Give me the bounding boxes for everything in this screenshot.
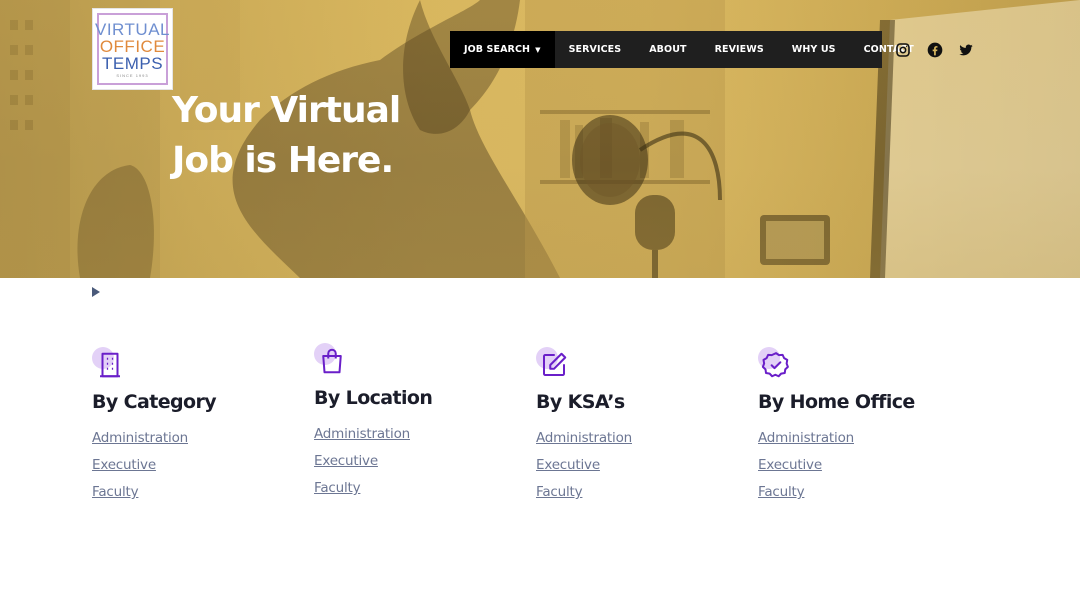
link-faculty[interactable]: Faculty xyxy=(536,479,736,506)
link-administration[interactable]: Administration xyxy=(92,425,292,452)
link-executive[interactable]: Executive xyxy=(536,452,736,479)
link-executive[interactable]: Executive xyxy=(314,448,514,475)
nav-item-why-us[interactable]: WHY US xyxy=(778,31,850,68)
logo-frame: VIRTUAL OFFICE TEMPS SINCE 1993 xyxy=(95,13,170,85)
home-office-column: By Home Office Administration Executive … xyxy=(758,347,958,506)
link-faculty[interactable]: Faculty xyxy=(314,475,514,502)
hero-title: Your Virtual Job is Here. xyxy=(172,90,401,181)
chevron-down-icon: ▼ xyxy=(535,45,541,54)
nav-item-label: WHY US xyxy=(791,44,836,55)
link-executive[interactable]: Executive xyxy=(92,452,292,479)
nav-item-services[interactable]: SERVICES xyxy=(555,31,636,68)
instagram-icon[interactable] xyxy=(893,40,913,60)
main-nav: JOB SEARCH ▼ SERVICES ABOUT REVIEWS WHY … xyxy=(450,31,914,68)
edit-icon xyxy=(536,347,570,383)
location-column: By Location Administration Executive Fac… xyxy=(314,343,514,502)
building-icon xyxy=(92,347,126,383)
ksa-column: By KSA’s Administration Executive Facult… xyxy=(536,347,736,506)
column-title: By Home Office xyxy=(758,391,915,413)
link-list: Administration Executive Faculty xyxy=(536,425,736,506)
link-administration[interactable]: Administration xyxy=(536,425,736,452)
category-column: By Category Administration Executive Fac… xyxy=(92,347,292,506)
logo-tagline: SINCE 1993 xyxy=(116,72,149,78)
link-executive[interactable]: Executive xyxy=(758,452,958,479)
link-faculty[interactable]: Faculty xyxy=(758,479,958,506)
logo-line-1: VIRTUAL xyxy=(95,19,170,39)
site-logo[interactable]: VIRTUAL OFFICE TEMPS SINCE 1993 xyxy=(92,8,173,90)
link-faculty[interactable]: Faculty xyxy=(92,479,292,506)
nav-item-label: JOB SEARCH xyxy=(464,44,531,55)
shopping-bag-icon xyxy=(314,343,348,379)
link-list: Administration Executive Faculty xyxy=(92,425,292,506)
facebook-icon[interactable] xyxy=(925,40,945,60)
nav-item-label: SERVICES xyxy=(568,44,622,55)
nav-item-contact[interactable]: CONTACT xyxy=(850,31,928,68)
nav-item-reviews[interactable]: REVIEWS xyxy=(701,31,778,68)
link-list: Administration Executive Faculty xyxy=(314,421,514,502)
twitter-icon[interactable] xyxy=(956,40,976,60)
column-title: By KSA’s xyxy=(536,391,625,413)
link-list: Administration Executive Faculty xyxy=(758,425,958,506)
nav-item-job-search[interactable]: JOB SEARCH ▼ xyxy=(450,31,555,68)
column-title: By Category xyxy=(92,391,217,413)
logo-line-3: TEMPS xyxy=(101,53,164,73)
link-administration[interactable]: Administration xyxy=(758,425,958,452)
column-title: By Location xyxy=(314,387,433,409)
link-administration[interactable]: Administration xyxy=(314,421,514,448)
play-icon[interactable] xyxy=(92,287,100,297)
badge-check-icon xyxy=(758,347,792,383)
nav-item-label: REVIEWS xyxy=(714,44,764,55)
nav-item-label: ABOUT xyxy=(649,44,687,55)
nav-item-about[interactable]: ABOUT xyxy=(635,31,700,68)
logo-line-2: OFFICE xyxy=(99,36,166,56)
